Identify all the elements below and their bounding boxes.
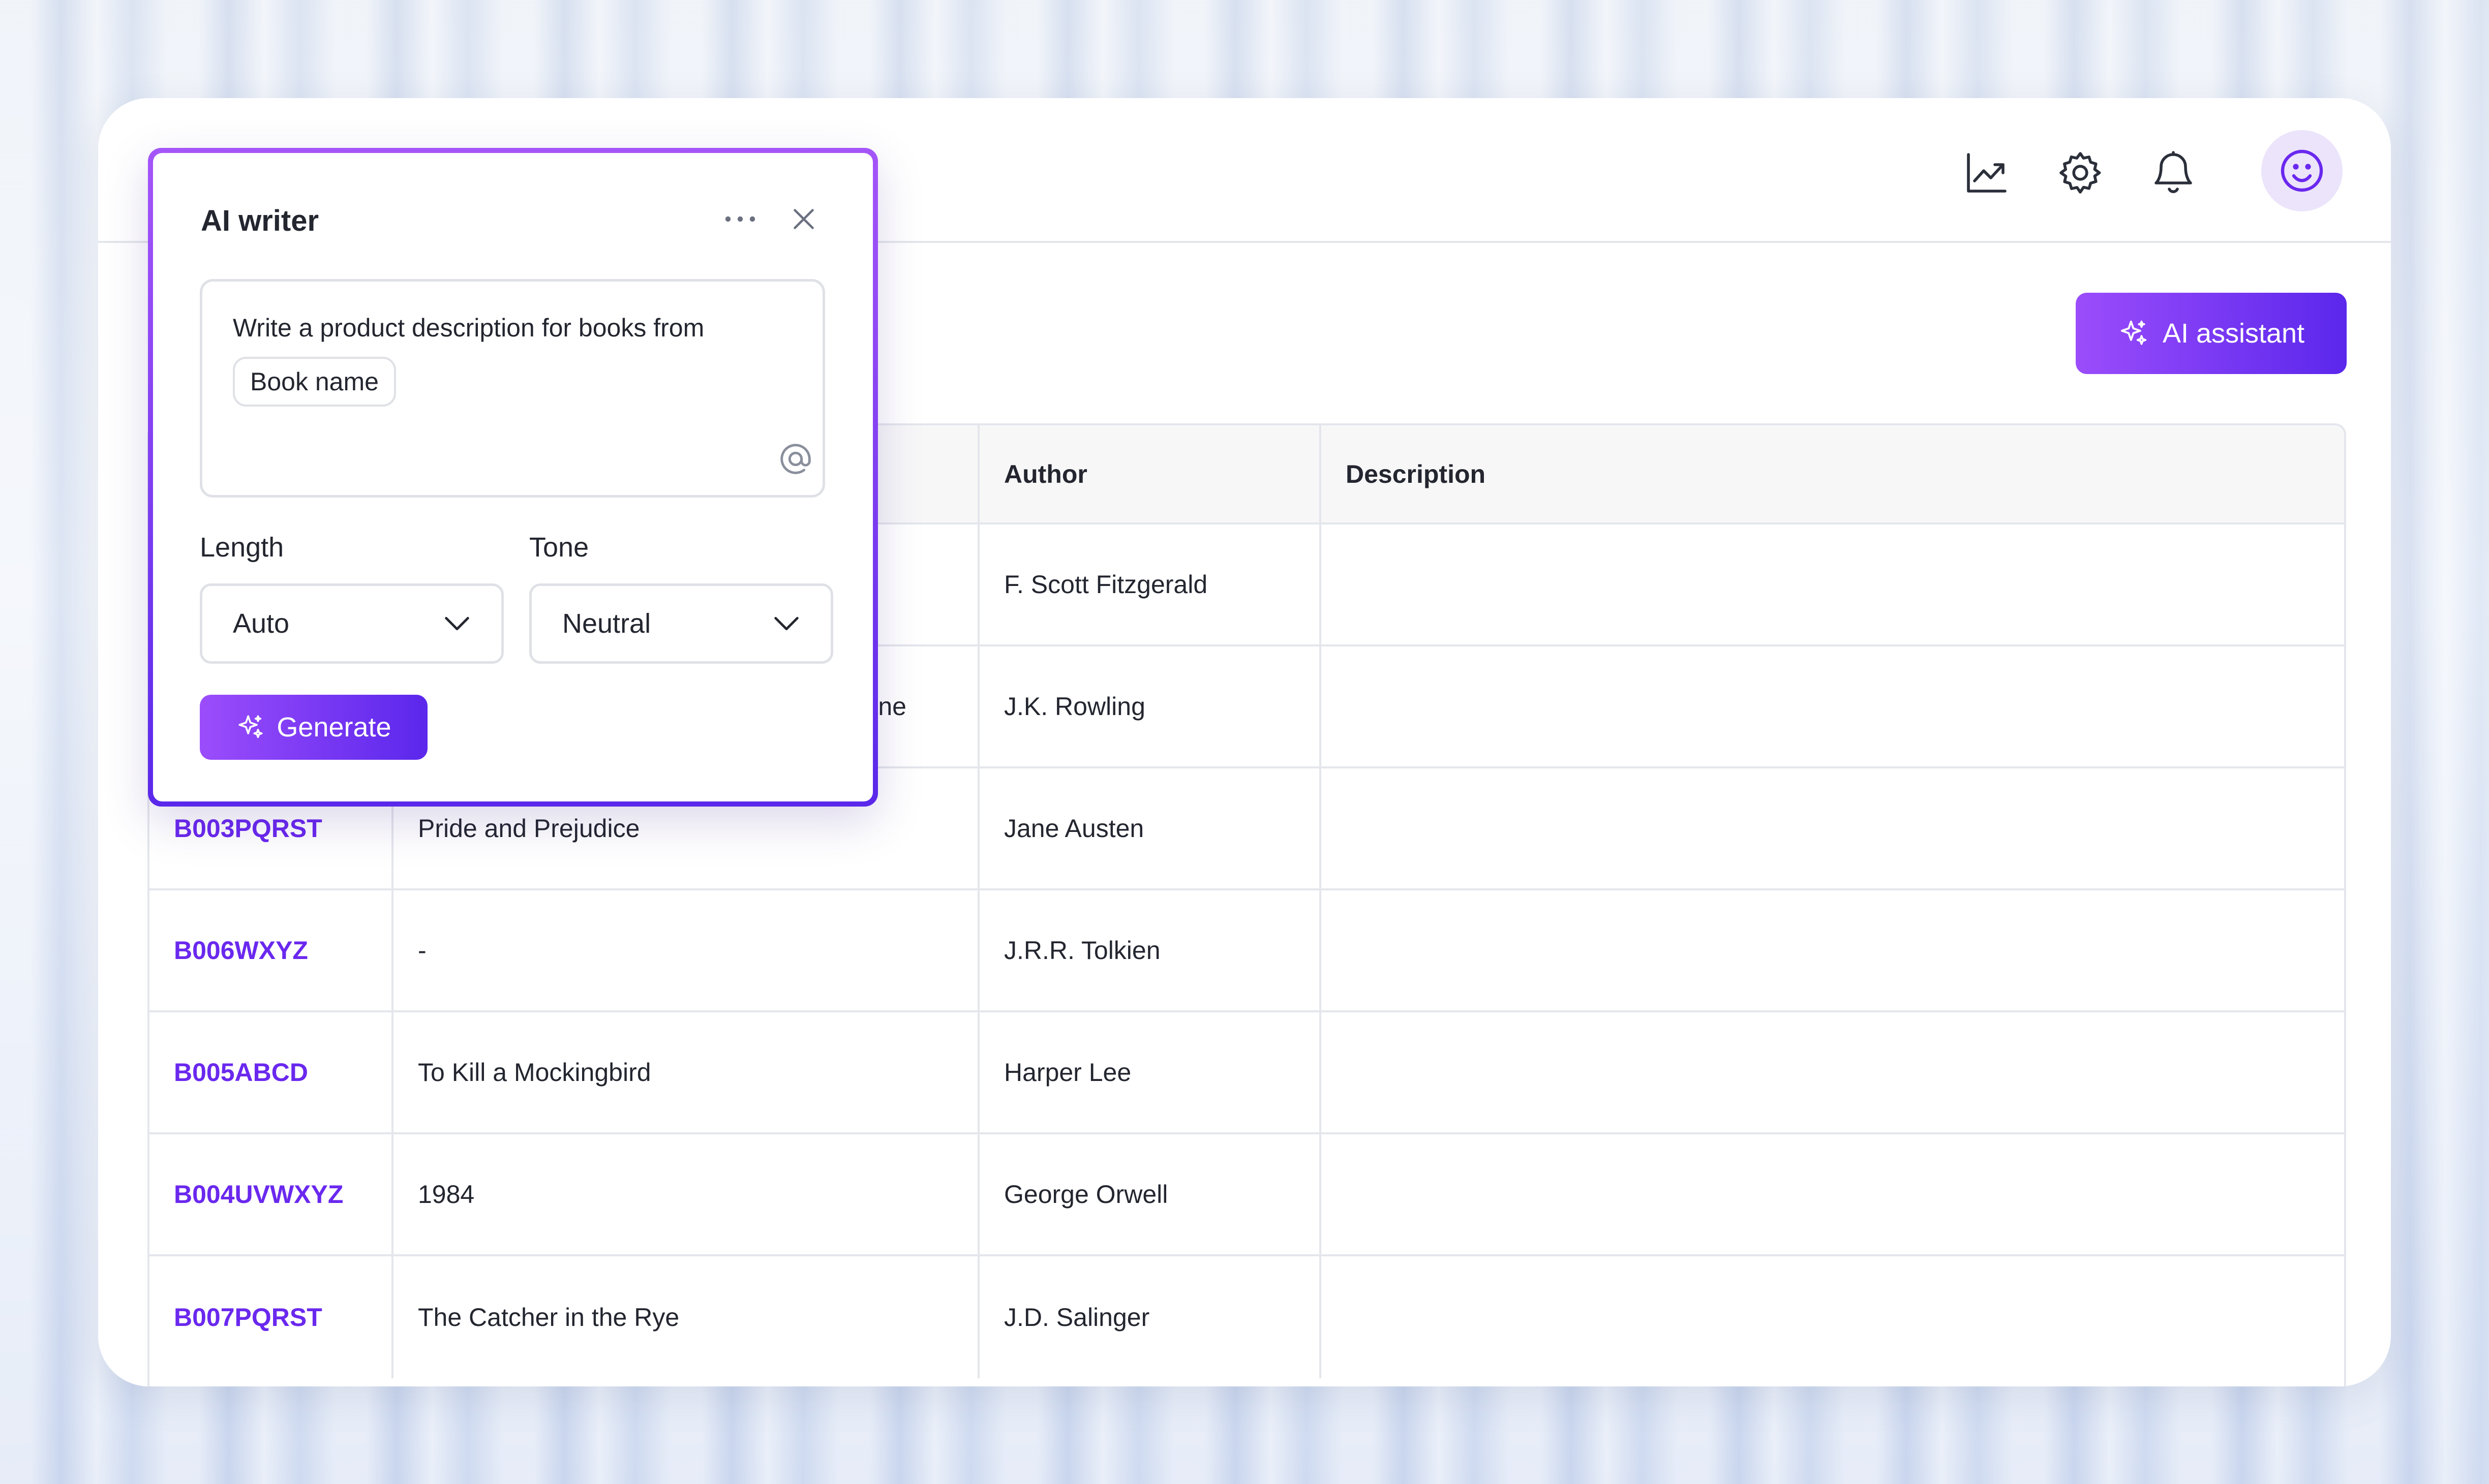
book-id-link[interactable]: B007PQRST: [149, 1256, 393, 1378]
length-value: Auto: [233, 608, 290, 639]
book-name-chip[interactable]: Book name: [233, 357, 396, 407]
book-description-cell[interactable]: [1321, 890, 2344, 1010]
prompt-input[interactable]: Write a product description for books fr…: [200, 279, 825, 498]
ai-assistant-label: AI assistant: [2162, 318, 2305, 349]
ai-assistant-button[interactable]: AI assistant: [2076, 293, 2347, 374]
table-row[interactable]: B004UVWXYZ 1984 George Orwell: [149, 1134, 2344, 1256]
tone-select[interactable]: Neutral: [529, 583, 833, 664]
chevron-down-icon: [445, 616, 469, 631]
book-id-link[interactable]: B004UVWXYZ: [149, 1134, 393, 1254]
smiley-icon: [2281, 149, 2323, 192]
user-avatar[interactable]: [2261, 130, 2343, 211]
tone-value: Neutral: [562, 608, 651, 639]
book-author-cell: J.D. Salinger: [980, 1256, 1321, 1378]
mention-at-icon[interactable]: [776, 439, 815, 479]
length-label: Length: [200, 532, 284, 563]
book-id-link[interactable]: B005ABCD: [149, 1012, 393, 1132]
ai-writer-panel: AI writer Write a product description fo…: [148, 148, 878, 807]
table-row[interactable]: B005ABCD To Kill a Mockingbird Harper Le…: [149, 1012, 2344, 1134]
book-description-cell[interactable]: [1321, 524, 2344, 644]
sparkle-icon: [238, 715, 263, 738]
book-author-cell: Jane Austen: [980, 768, 1321, 888]
book-title-cell: 1984: [393, 1134, 980, 1254]
book-description-cell[interactable]: [1321, 1012, 2344, 1132]
book-author-cell: Harper Lee: [980, 1012, 1321, 1132]
book-title-cell: To Kill a Mockingbird: [393, 1012, 980, 1132]
book-description-cell[interactable]: [1321, 1256, 2344, 1378]
close-icon[interactable]: [788, 204, 819, 234]
book-description-cell[interactable]: [1321, 1134, 2344, 1254]
book-description-cell[interactable]: [1321, 646, 2344, 766]
generate-label: Generate: [277, 712, 391, 743]
table-row[interactable]: B006WXYZ - J.R.R. Tolkien: [149, 890, 2344, 1012]
tone-label: Tone: [529, 532, 589, 563]
generate-button[interactable]: Generate: [200, 695, 428, 760]
sparkle-icon: [2120, 320, 2147, 345]
column-header-author[interactable]: Author: [980, 425, 1321, 522]
chart-icon[interactable]: [1956, 142, 2017, 203]
prompt-text: Write a product description for books fr…: [233, 314, 705, 342]
more-options-icon[interactable]: [720, 209, 761, 229]
chevron-down-icon: [774, 616, 799, 631]
book-author-cell: F. Scott Fitzgerald: [980, 524, 1321, 644]
book-author-cell: George Orwell: [980, 1134, 1321, 1254]
panel-title: AI writer: [201, 204, 319, 237]
book-id-link[interactable]: B006WXYZ: [149, 890, 393, 1010]
bell-icon[interactable]: [2143, 142, 2204, 203]
book-title-cell: -: [393, 890, 980, 1010]
length-select[interactable]: Auto: [200, 583, 504, 664]
book-title-cell: The Catcher in the Rye: [393, 1256, 980, 1378]
book-description-cell[interactable]: [1321, 768, 2344, 888]
book-author-cell: J.K. Rowling: [980, 646, 1321, 766]
gear-icon[interactable]: [2050, 142, 2111, 203]
column-header-description[interactable]: Description: [1321, 425, 2344, 522]
book-author-cell: J.R.R. Tolkien: [980, 890, 1321, 1010]
ai-writer-panel-body: AI writer Write a product description fo…: [153, 153, 873, 801]
table-row[interactable]: B007PQRST The Catcher in the Rye J.D. Sa…: [149, 1256, 2344, 1378]
